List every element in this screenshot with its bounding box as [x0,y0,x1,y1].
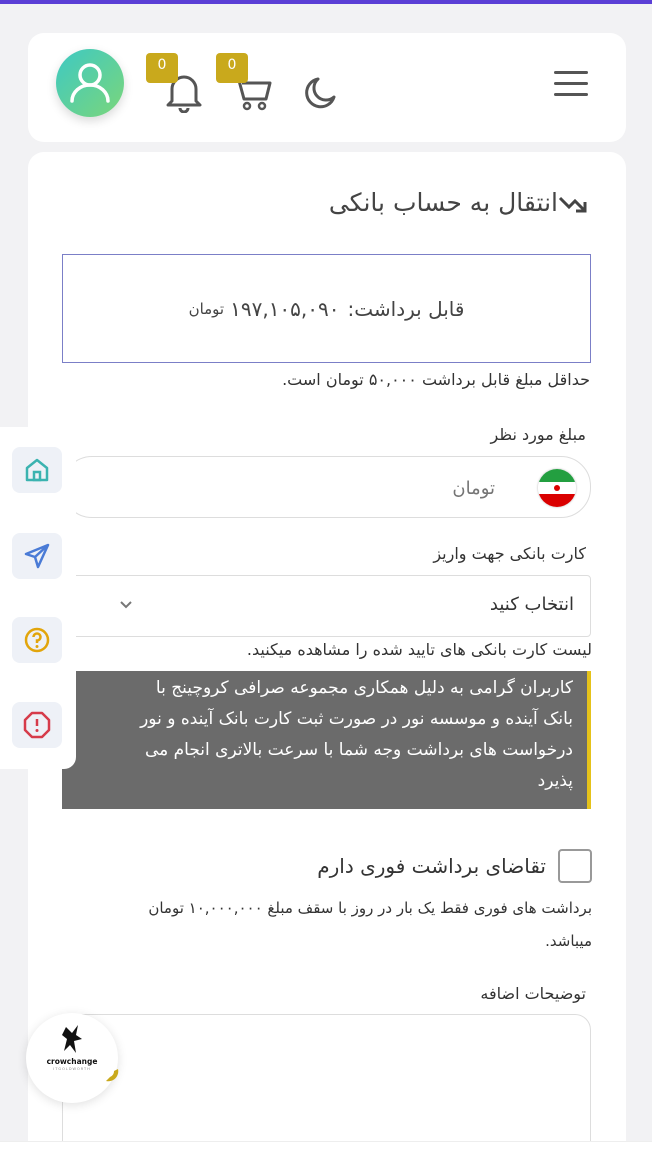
moon-icon[interactable] [302,73,340,111]
bank-card-label: کارت بانکی جهت واریز [433,544,586,563]
report-button[interactable] [12,702,62,748]
top-accent-bar [0,0,652,4]
notification-badge: 0 [146,53,178,83]
bottom-nav-bar [0,1141,652,1159]
quick-actions-sidebar [0,427,76,769]
bank-card-select[interactable]: انتخاب کنید [62,575,591,637]
balance-amount: ۱۹۷,۱۰۵,۰۹۰ [230,296,340,321]
amount-field[interactable] [62,456,591,518]
extra-notes-label: توضیحات اضافه [480,984,586,1003]
app-header: 0 0 [28,33,626,142]
cart-button[interactable]: 0 [216,53,274,111]
balance-unit: تومان [188,299,225,318]
logo-swoosh-icon [106,1069,119,1082]
user-avatar[interactable] [56,49,124,117]
logo-brand: crowchange [46,1057,98,1066]
withdrawable-balance: قابل برداشت: ۱۹۷,۱۰۵,۰۹۰ تومان [62,254,591,363]
notice-box: کاربران گرامی به دلیل همکاری مجموعه صراف… [62,671,591,809]
menu-icon[interactable] [554,71,588,97]
minimum-withdraw-note: حداقل مبلغ قابل برداشت ۵۰,۰۰۰ تومان است. [282,370,590,389]
page-title: انتقال به حساب بانکی [328,188,558,217]
user-icon [70,63,110,103]
help-icon [24,627,50,653]
balance-label: قابل برداشت: [347,296,465,321]
alert-octagon-icon [23,711,51,739]
cart-badge: 0 [216,53,248,83]
withdraw-form-card: انتقال به حساب بانکی قابل برداشت: ۱۹۷,۱۰… [28,152,626,1159]
amount-label: مبلغ مورد نظر [490,425,586,444]
iran-flag-icon [538,469,576,507]
home-button[interactable] [12,447,62,493]
notice-line: درخواست های برداشت وجه شما با سرعت بالات… [144,740,573,760]
bank-card-selected: انتخاب کنید [489,594,574,615]
page-title-row: انتقال به حساب بانکی [329,188,592,217]
amount-input[interactable] [75,469,495,507]
notice-line: بانک آینده و موسسه نور در صورت ثبت کارت … [140,709,573,729]
instant-withdraw-note: برداشت های فوری فقط یک بار در روز با سقف… [148,899,592,950]
trending-down-icon [558,196,587,212]
home-icon [25,458,49,482]
help-button[interactable] [12,617,62,663]
instant-withdraw-checkbox[interactable] [558,849,592,883]
bank-card-hint: لیست کارت بانکی های تایید شده را مشاهده … [246,640,592,659]
instant-withdraw-row: تقاضای برداشت فوری دارم [317,849,592,883]
crowchange-logo[interactable]: crowchange ITGOLDWORTH [26,1013,119,1103]
notice-line: کاربران گرامی به دلیل همکاری مجموعه صراف… [155,678,573,698]
crow-icon [62,1025,82,1053]
chevron-down-icon [120,601,132,609]
notice-line: پذیرد [537,771,573,791]
instant-withdraw-label: تقاضای برداشت فوری دارم [317,854,546,878]
notifications-button[interactable]: 0 [146,53,204,113]
send-icon [24,543,50,569]
extra-notes-textarea[interactable] [62,1014,591,1159]
send-button[interactable] [12,533,62,579]
